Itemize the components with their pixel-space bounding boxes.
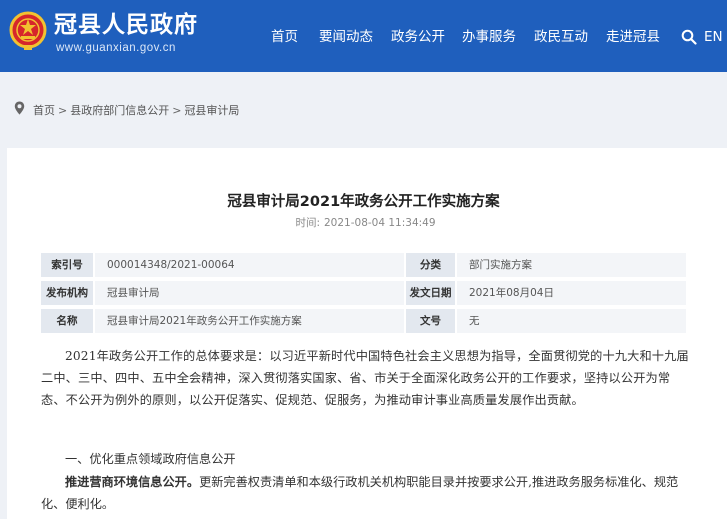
- time-label: 时间:: [295, 217, 320, 229]
- article-time: 时间: 2021-08-04 11:34:49: [0, 215, 727, 230]
- location-pin-icon: [14, 101, 25, 115]
- article-title: 冠县审计局2021年政务公开工作实施方案: [227, 194, 500, 210]
- search-icon[interactable]: [681, 29, 697, 45]
- meta-value: 冠县审计局: [95, 281, 404, 305]
- meta-label: 分类: [406, 253, 455, 277]
- breadcrumb-dept-info[interactable]: 县政府部门信息公开: [70, 104, 169, 117]
- meta-label: 文号: [406, 309, 455, 333]
- breadcrumb-separator: >: [58, 104, 68, 117]
- article-paragraph: 推进营商环境信息公开。更新完善权责清单和本级行政机关机构职能目录并按要求公开,推…: [41, 471, 691, 515]
- nav-home[interactable]: 首页: [271, 28, 298, 46]
- meta-label: 发文日期: [406, 281, 455, 305]
- meta-value: 2021年08月04日: [457, 281, 686, 305]
- meta-value: 冠县审计局2021年政务公开工作实施方案: [95, 309, 404, 333]
- meta-label: 发布机构: [41, 281, 93, 305]
- nav-news[interactable]: 要闻动态: [319, 28, 373, 46]
- article-paragraph: 2021年政务公开工作的总体要求是：以习近平新时代中国特色社会主义思想为指导，全…: [41, 349, 689, 407]
- breadcrumb-home[interactable]: 首页: [33, 104, 55, 117]
- meta-value: 部门实施方案: [457, 253, 686, 277]
- site-domain: www.guanxian.gov.cn: [56, 42, 176, 54]
- meta-row: 索引号 000014348/2021-00064 分类 部门实施方案: [41, 253, 686, 277]
- breadcrumb-separator: >: [172, 104, 182, 117]
- time-value: 2021-08-04 11:34:49: [324, 217, 436, 229]
- nav-interaction[interactable]: 政民互动: [534, 28, 588, 46]
- meta-value: 000014348/2021-00064: [95, 253, 404, 277]
- national-emblem-icon[interactable]: [9, 11, 47, 51]
- breadcrumb-audit-bureau[interactable]: 冠县审计局: [184, 104, 239, 117]
- nav-about-guanxian[interactable]: 走进冠县: [606, 28, 660, 46]
- section-heading: 一、优化重点领域政府信息公开: [65, 452, 236, 466]
- meta-row: 名称 冠县审计局2021年政务公开工作实施方案 文号 无: [41, 309, 686, 333]
- site-header: 冠县人民政府 www.guanxian.gov.cn 首页 要闻动态 政务公开 …: [0, 0, 727, 72]
- nav-services[interactable]: 办事服务: [462, 28, 516, 46]
- nav-gov-affairs[interactable]: 政务公开: [391, 28, 445, 46]
- meta-label: 索引号: [41, 253, 93, 277]
- site-title[interactable]: 冠县人民政府: [54, 12, 198, 38]
- meta-row: 发布机构 冠县审计局 发文日期 2021年08月04日: [41, 281, 686, 305]
- meta-label: 名称: [41, 309, 93, 333]
- paragraph-lead: 推进营商环境信息公开。: [65, 475, 200, 489]
- language-button[interactable]: EN: [704, 28, 723, 46]
- meta-value: 无: [457, 309, 686, 333]
